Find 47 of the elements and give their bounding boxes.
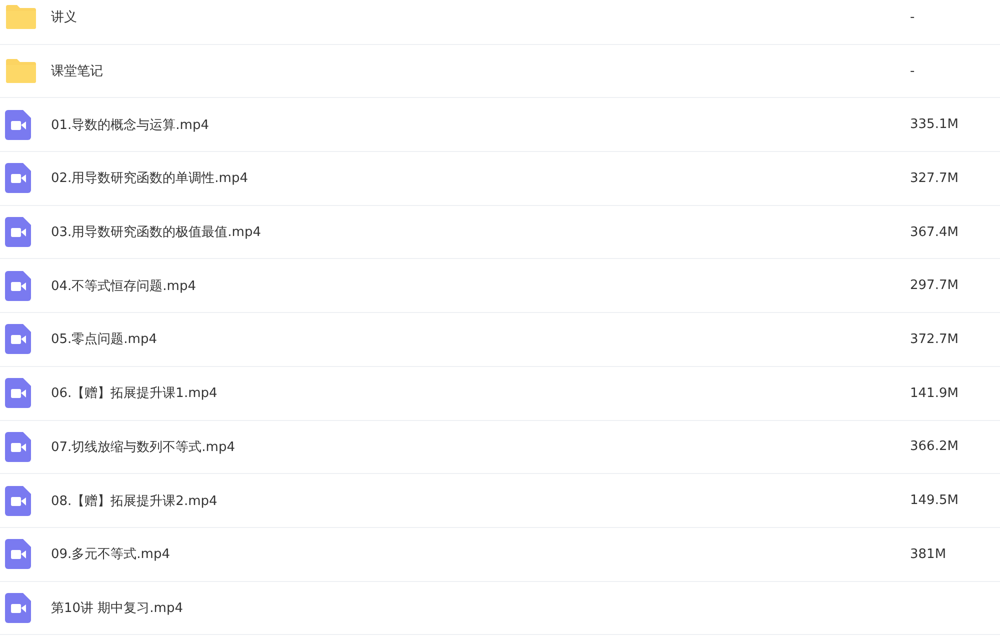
file-size: - <box>910 10 916 25</box>
video-file-icon <box>5 324 31 354</box>
video-file-icon <box>5 592 31 623</box>
file-name: 04.不等式恒存问题.mp4 <box>51 278 197 295</box>
file-row[interactable]: 07.切线放缩与数列不等式.mp4 366.2M <box>0 420 1000 474</box>
file-row[interactable]: 02.用导数研究函数的单调性.mp4 327.7M <box>0 152 1000 206</box>
file-row[interactable]: 01.导数的概念与运算.mp4 335.1M <box>0 98 1000 152</box>
folder-icon <box>5 58 37 84</box>
file-name: 08.【赠】拓展提升课2.mp4 <box>51 492 218 510</box>
video-file-icon <box>5 110 31 140</box>
file-row[interactable]: 08.【赠】拓展提升课2.mp4 149.5M <box>0 474 1000 528</box>
file-name: 06.【赠】拓展提升课1.mp4 <box>51 385 218 402</box>
file-size: 297.7M <box>910 278 960 294</box>
file-size: 367.4M <box>910 224 960 240</box>
file-row[interactable]: 09.多元不等式.mp4 381M <box>0 528 1000 582</box>
file-name: 03.用导数研究函数的极值最值.mp4 <box>51 224 262 242</box>
file-row[interactable]: 第10讲 期中复习.mp4 <box>0 582 1000 636</box>
file-size: 149.5M <box>910 493 960 508</box>
file-name: 01.导数的概念与运算.mp4 <box>51 116 210 134</box>
file-size: 381M <box>910 546 948 562</box>
video-file-icon <box>5 378 31 408</box>
file-name: 02.用导数研究函数的单调性.mp4 <box>51 170 249 188</box>
file-name: 05.零点问题.mp4 <box>51 331 158 348</box>
file-name: 07.切线放缩与数列不等式.mp4 <box>51 438 236 456</box>
file-size: 327.7M <box>910 170 960 186</box>
file-name: 讲义 <box>51 9 78 26</box>
video-file-icon <box>5 539 31 570</box>
file-size: 335.1M <box>910 117 960 132</box>
file-name: 第10讲 期中复习.mp4 <box>51 600 184 617</box>
video-file-icon <box>5 163 31 194</box>
video-file-icon <box>5 432 31 462</box>
folder-icon <box>5 4 37 30</box>
file-row[interactable]: 讲义 - <box>0 0 1000 45</box>
file-size: 372.7M <box>910 332 960 347</box>
file-size: 366.2M <box>910 439 960 454</box>
video-file-icon <box>5 486 31 516</box>
video-file-icon <box>5 217 31 248</box>
file-row[interactable]: 04.不等式恒存问题.mp4 297.7M <box>0 259 1000 314</box>
file-size: - <box>910 64 916 79</box>
file-row[interactable]: 课堂笔记 - <box>0 44 1000 98</box>
file-name: 课堂笔记 <box>51 63 104 80</box>
file-name: 09.多元不等式.mp4 <box>51 546 171 564</box>
video-file-icon <box>5 270 31 301</box>
file-row[interactable]: 03.用导数研究函数的极值最值.mp4 367.4M <box>0 206 1000 260</box>
file-size: 141.9M <box>910 386 960 401</box>
file-row[interactable]: 05.零点问题.mp4 372.7M <box>0 313 1000 367</box>
file-row[interactable]: 06.【赠】拓展提升课1.mp4 141.9M <box>0 366 1000 420</box>
